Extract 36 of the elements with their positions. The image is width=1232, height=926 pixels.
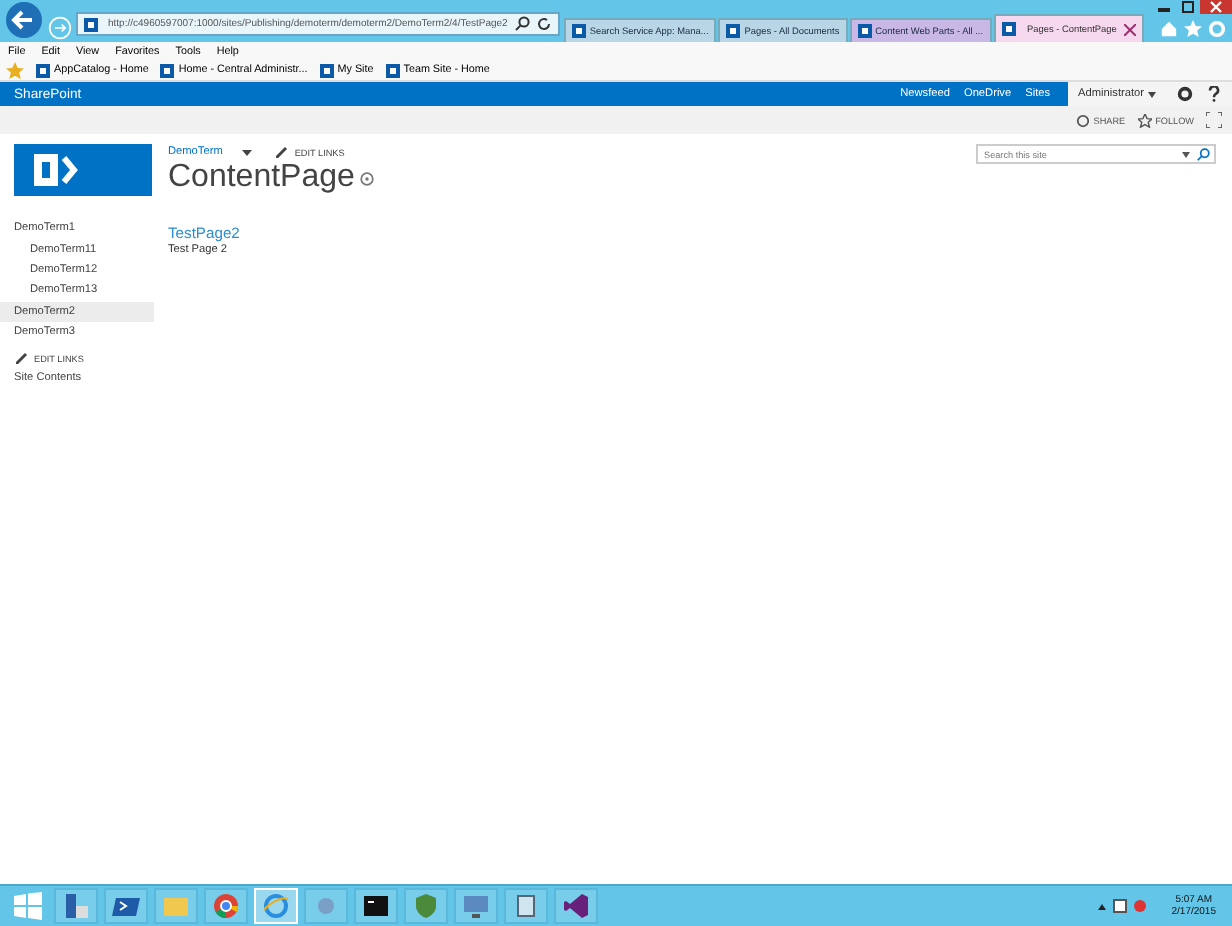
visual-studio-icon[interactable] — [554, 888, 598, 924]
page-title: ContentPage — [168, 160, 355, 196]
powershell-icon[interactable] — [104, 888, 148, 924]
sharepoint-icon — [1001, 22, 1016, 36]
server-manager-icon[interactable] — [54, 888, 98, 924]
search-icon — [513, 16, 530, 32]
monitor-icon[interactable] — [454, 888, 498, 924]
search-icon[interactable] — [1196, 147, 1210, 161]
close-button[interactable] — [1200, 0, 1232, 14]
star-icon — [1137, 113, 1152, 127]
back-button[interactable] — [4, 0, 44, 40]
pencil-icon — [276, 146, 289, 158]
sharepoint-icon — [857, 24, 872, 38]
terminal-icon[interactable] — [354, 888, 398, 924]
caret-icon[interactable] — [242, 149, 253, 155]
restore-button[interactable] — [1176, 0, 1200, 14]
tray-icons[interactable] — [1097, 898, 1150, 914]
help-icon[interactable] — [1208, 86, 1220, 102]
share-icon — [1075, 113, 1090, 127]
sharepoint-icon — [571, 24, 586, 38]
focus-icon[interactable] — [1206, 112, 1222, 128]
sharepoint-icon — [726, 24, 741, 38]
caret-icon[interactable] — [1182, 151, 1190, 157]
pencil-icon — [16, 352, 28, 365]
start-button[interactable] — [8, 890, 48, 922]
browser-icon[interactable] — [254, 888, 298, 924]
sharepoint-icon — [84, 17, 98, 31]
document-icon[interactable] — [504, 888, 548, 924]
caret-icon — [1148, 91, 1156, 97]
chrome-icon[interactable] — [204, 888, 248, 924]
refresh-icon — [535, 16, 552, 32]
close-icon — [1124, 23, 1137, 35]
sharepoint-logo[interactable] — [14, 144, 152, 196]
star-icon[interactable] — [1184, 19, 1202, 37]
info-icon[interactable] — [360, 171, 375, 185]
star-icon[interactable] — [6, 61, 24, 79]
